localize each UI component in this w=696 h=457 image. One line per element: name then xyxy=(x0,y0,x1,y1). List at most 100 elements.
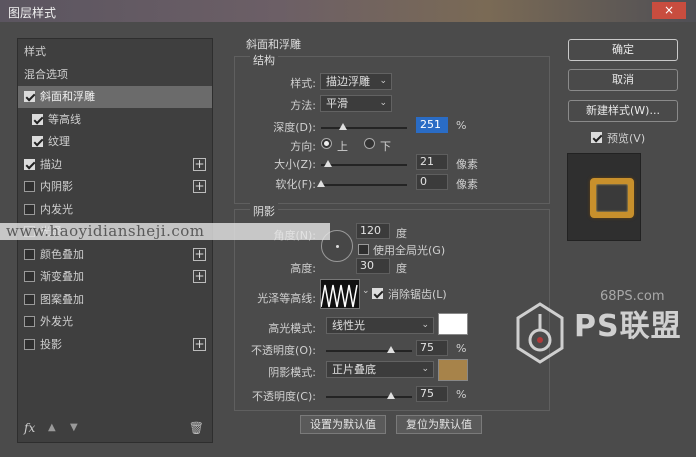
move-up-icon[interactable]: ▲ xyxy=(48,422,56,433)
direction-down-radio[interactable] xyxy=(364,138,375,149)
soften-slider-thumb[interactable] xyxy=(317,180,325,187)
style-item-label: 内阴影 xyxy=(40,180,73,193)
highlight-opacity-input[interactable]: 75 xyxy=(416,340,448,356)
global-light-label: 使用全局光(G) xyxy=(373,244,446,257)
shadow-mode-value: 正片叠底 xyxy=(332,363,376,376)
antialias-label: 消除锯齿(L) xyxy=(388,288,447,301)
style-list-item[interactable]: 渐变叠加 + xyxy=(18,266,212,288)
highlight-opacity-slider-track[interactable] xyxy=(326,350,412,352)
global-light-checkbox[interactable] xyxy=(358,244,369,255)
shadow-opacity-slider-thumb[interactable] xyxy=(386,392,395,399)
style-list-item[interactable]: 颜色叠加 + xyxy=(18,244,212,266)
size-input[interactable]: 21 xyxy=(416,154,448,170)
gloss-contour-curve xyxy=(320,284,358,308)
chevron-down-icon: ⌄ xyxy=(421,320,429,330)
style-item-checkbox[interactable] xyxy=(24,91,35,102)
reset-default-button[interactable]: 复位为默认值 xyxy=(396,415,482,434)
preview-label: 预览(V) xyxy=(607,132,646,145)
style-label: 样式: xyxy=(290,77,316,90)
style-item-checkbox[interactable] xyxy=(32,113,43,125)
direction-up-label: 上 xyxy=(337,140,348,153)
highlight-opacity-slider-thumb[interactable] xyxy=(386,346,395,353)
chevron-down-icon[interactable]: ⌄ xyxy=(362,286,370,296)
direction-up-radio[interactable] xyxy=(321,138,332,149)
style-list-item[interactable]: 内发光 xyxy=(18,199,212,221)
size-unit: 像素 xyxy=(456,158,478,171)
style-item-label: 描边 xyxy=(40,157,62,171)
title-bar: 图层样式 × xyxy=(0,0,696,22)
style-item-label: 图案叠加 xyxy=(40,292,84,306)
close-button[interactable]: × xyxy=(652,2,686,19)
style-list-item[interactable]: 外发光 xyxy=(18,311,212,333)
style-list-item[interactable]: 图案叠加 xyxy=(18,289,212,311)
soften-input[interactable]: 0 xyxy=(416,174,448,190)
depth-slider-track[interactable] xyxy=(321,127,407,129)
fx-button[interactable]: fx xyxy=(24,421,35,435)
angle-input[interactable]: 120 xyxy=(356,223,390,239)
style-list-item[interactable]: 描边 + xyxy=(18,154,212,176)
highlight-color-swatch[interactable] xyxy=(438,313,468,335)
style-list-item[interactable]: 样式 xyxy=(18,41,212,63)
style-list-item[interactable]: 混合选项 xyxy=(18,64,212,86)
style-item-checkbox[interactable] xyxy=(24,203,35,215)
shadow-opacity-input[interactable]: 75 xyxy=(416,386,448,402)
watermark-url: www.haoyidiansheji.com xyxy=(0,223,330,240)
set-default-button[interactable]: 设置为默认值 xyxy=(300,415,386,434)
style-item-checkbox[interactable] xyxy=(24,158,35,170)
style-list-item[interactable]: 斜面和浮雕 xyxy=(18,86,212,108)
style-list-item[interactable]: 等高线 xyxy=(18,109,212,131)
style-item-checkbox[interactable] xyxy=(24,271,35,282)
style-item-checkbox[interactable] xyxy=(24,181,35,192)
ok-button[interactable]: 确定 xyxy=(568,39,678,61)
shadow-mode-select[interactable]: 正片叠底 ⌄ xyxy=(326,361,434,378)
style-list-item[interactable]: 纹理 xyxy=(18,131,212,153)
add-effect-icon[interactable]: + xyxy=(193,157,206,171)
add-effect-icon[interactable]: + xyxy=(193,337,206,351)
shadow-opacity-slider-track[interactable] xyxy=(326,396,412,398)
layer-style-dialog: 图层样式 × 样式混合选项斜面和浮雕等高线纹理描边+内阴影+内发光光泽颜色叠加+… xyxy=(0,0,696,457)
new-style-button[interactable]: 新建样式(W)... xyxy=(568,100,678,122)
close-icon: × xyxy=(663,3,675,17)
style-item-checkbox[interactable] xyxy=(24,338,35,350)
window-title: 图层样式 xyxy=(8,6,57,20)
add-effect-icon[interactable]: + xyxy=(193,247,206,261)
altitude-unit: 度 xyxy=(396,262,407,275)
gloss-contour-picker[interactable] xyxy=(320,279,360,309)
style-list-item[interactable]: 投影 + xyxy=(18,334,212,356)
method-label: 方法: xyxy=(290,99,316,112)
depth-label: 深度(D): xyxy=(273,121,316,134)
style-item-checkbox[interactable] xyxy=(24,316,35,327)
trash-icon[interactable]: 🗑 xyxy=(189,421,204,435)
angle-unit: 度 xyxy=(396,227,407,240)
logo-brand-text: PS联盟 xyxy=(574,309,682,344)
soften-label: 软化(F): xyxy=(275,178,316,191)
antialias-checkbox[interactable] xyxy=(372,288,383,299)
style-select[interactable]: 描边浮雕 ⌄ xyxy=(320,73,392,90)
shadow-color-swatch[interactable] xyxy=(438,359,468,381)
depth-slider-thumb[interactable] xyxy=(338,123,347,130)
size-slider-thumb[interactable] xyxy=(323,160,332,167)
style-list-item[interactable]: 内阴影 + xyxy=(18,176,212,198)
style-item-checkbox[interactable] xyxy=(24,248,35,260)
style-list-footer: fx ▲ ▼ 🗑 xyxy=(18,416,212,442)
style-item-label: 混合选项 xyxy=(24,67,68,81)
style-item-label: 等高线 xyxy=(48,112,81,126)
style-item-checkbox[interactable] xyxy=(32,136,43,147)
shading-title: 阴影 xyxy=(250,203,278,219)
size-slider-track[interactable] xyxy=(321,164,407,166)
highlight-mode-select[interactable]: 线性光 ⌄ xyxy=(326,317,434,334)
cancel-button[interactable]: 取消 xyxy=(568,69,678,91)
style-item-checkbox[interactable] xyxy=(24,293,35,305)
size-label: 大小(Z): xyxy=(274,158,316,171)
add-effect-icon[interactable]: + xyxy=(193,180,206,193)
method-select[interactable]: 平滑 ⌄ xyxy=(320,95,392,112)
altitude-input[interactable]: 30 xyxy=(356,258,390,274)
add-effect-icon[interactable]: + xyxy=(193,270,206,283)
style-item-label: 外发光 xyxy=(40,315,73,328)
move-down-icon[interactable]: ▼ xyxy=(70,422,78,433)
depth-input[interactable]: 251 xyxy=(416,117,448,133)
direction-label: 方向: xyxy=(290,140,316,153)
soften-slider-track[interactable] xyxy=(321,184,407,186)
preview-checkbox[interactable] xyxy=(591,132,602,143)
style-preview xyxy=(567,153,641,241)
